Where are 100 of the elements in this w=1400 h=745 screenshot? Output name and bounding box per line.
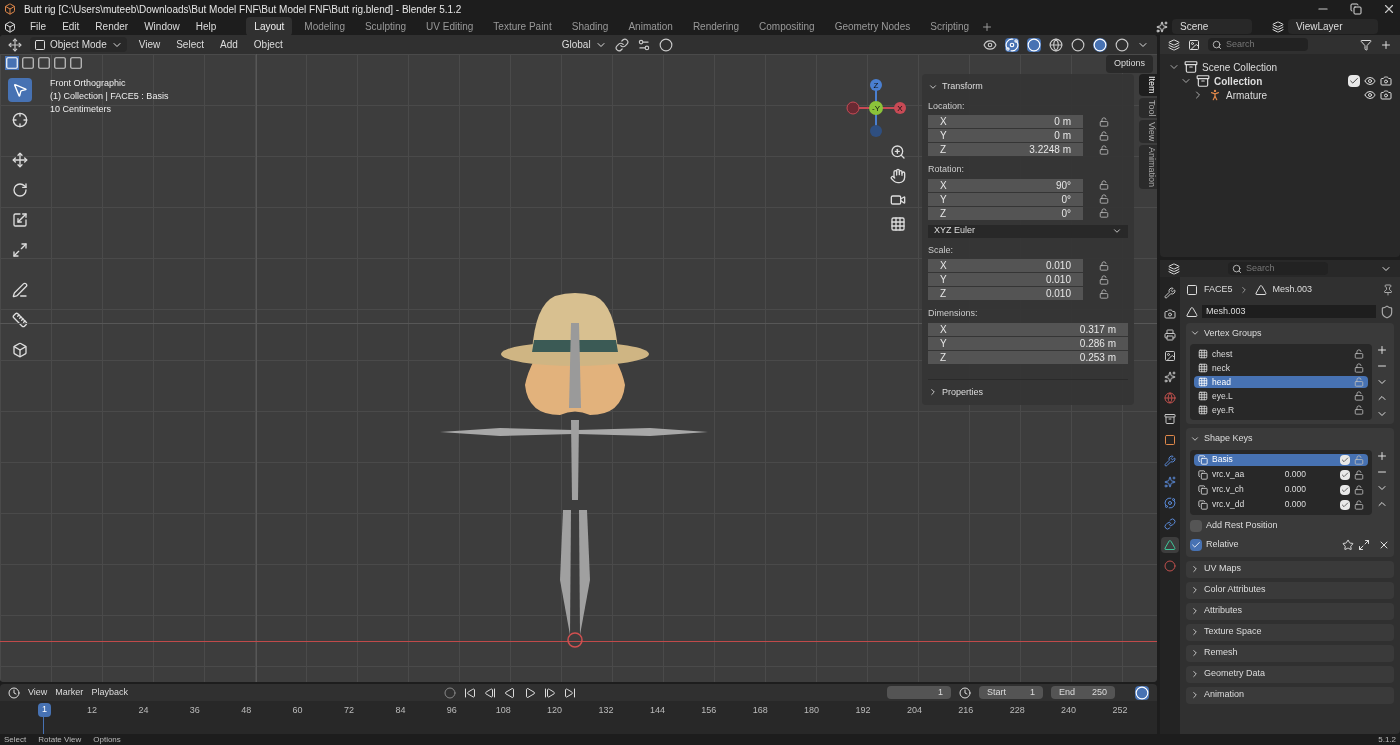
number-field[interactable]: X 0 m <box>928 115 1083 128</box>
editor-type-icon[interactable] <box>8 37 22 52</box>
start-frame-field[interactable]: 1 <box>1030 685 1035 700</box>
pivot-icon[interactable] <box>614 37 629 52</box>
gizmo-toggle-icon[interactable] <box>1005 37 1019 52</box>
stopwatch-icon[interactable] <box>959 686 971 699</box>
checkbox[interactable] <box>1340 469 1350 480</box>
new-collection-icon[interactable] <box>1380 38 1392 51</box>
checkbox[interactable] <box>1348 75 1360 87</box>
shape-key-value[interactable]: 0.000 <box>1270 498 1306 511</box>
render-icon[interactable] <box>1380 75 1392 87</box>
menu-item[interactable]: Add <box>216 37 242 52</box>
select-tool-icon[interactable] <box>8 78 32 102</box>
lock-icon[interactable] <box>1354 405 1364 415</box>
material-shading-icon[interactable] <box>1093 37 1107 52</box>
lock-icon[interactable] <box>1354 499 1364 510</box>
shape-key-value[interactable]: 0.000 <box>1270 468 1306 481</box>
shape-icon[interactable] <box>1358 539 1370 551</box>
menu-item[interactable]: View <box>28 685 48 700</box>
visibility-icon[interactable] <box>983 37 997 52</box>
panel-header[interactable]: Animation <box>1204 688 1245 702</box>
play-icon[interactable] <box>523 686 536 699</box>
checkbox[interactable] <box>1340 454 1350 465</box>
outliner-item[interactable]: Collection <box>1214 73 1263 89</box>
menu-item[interactable]: Window <box>138 19 186 34</box>
lock-icon[interactable] <box>1354 484 1364 495</box>
number-field[interactable]: X 90° <box>928 178 1083 192</box>
sidebar-tab[interactable]: Animation <box>1139 145 1157 190</box>
menu-item[interactable]: Playback <box>91 685 128 700</box>
shape-key-row[interactable]: vrc.v_aa 0.000 <box>1194 468 1368 481</box>
workspace-tab[interactable]: Scripting <box>922 17 978 36</box>
select-mode-icon[interactable] <box>69 56 83 70</box>
menu-item[interactable]: Help <box>189 19 223 34</box>
visibility-icon[interactable] <box>1364 75 1376 87</box>
lock-icon[interactable] <box>1354 363 1364 373</box>
scene-icon[interactable] <box>1156 20 1168 33</box>
camera-view-icon[interactable] <box>890 192 906 208</box>
end-frame-field[interactable]: 250 <box>1091 685 1107 700</box>
select-mode-icon[interactable] <box>37 56 51 70</box>
menu-item[interactable]: View <box>134 37 165 52</box>
vertex-group-row[interactable]: eye.R <box>1194 404 1368 416</box>
select-mode-icon[interactable] <box>21 56 35 70</box>
current-frame-field[interactable]: 1 <box>887 685 951 700</box>
menu-item[interactable]: Select <box>172 37 208 52</box>
solid-shading-icon[interactable] <box>1071 37 1085 52</box>
panel-header[interactable]: Shape Keys <box>1204 432 1253 446</box>
next-key-icon[interactable] <box>543 686 556 699</box>
sidebar-tab[interactable]: Tool <box>1139 97 1157 119</box>
collection-icon[interactable] <box>1184 60 1198 74</box>
menu-item[interactable]: Object <box>249 37 287 52</box>
panel-header[interactable]: Attributes <box>1204 604 1243 618</box>
number-field[interactable]: Z 0.253 m <box>928 350 1128 364</box>
vertex-group-row[interactable]: head <box>1194 376 1368 388</box>
close-icon[interactable] <box>1382 2 1396 16</box>
lock-icon[interactable] <box>1354 391 1364 401</box>
clear-icon[interactable] <box>1378 539 1390 551</box>
restore-icon[interactable] <box>1350 3 1362 15</box>
number-field[interactable]: Z 3.2248 m <box>928 143 1083 156</box>
previous-key-icon[interactable] <box>483 686 496 699</box>
add-icon[interactable] <box>1376 449 1388 462</box>
collection-icon[interactable] <box>1196 74 1210 88</box>
lock-icon[interactable] <box>1099 194 1109 204</box>
view-layer-field[interactable]: ViewLayer <box>1288 19 1378 34</box>
number-field[interactable]: X 0.010 <box>928 259 1083 272</box>
properties-tab[interactable] <box>1161 495 1179 511</box>
workspace-tab[interactable]: Sculpting <box>356 17 415 36</box>
workspace-tab[interactable]: Shading <box>563 17 617 36</box>
panel-header[interactable]: Properties <box>942 385 984 399</box>
panel-header[interactable]: Vertex Groups <box>1204 326 1262 340</box>
display-mode-icon[interactable] <box>1168 38 1180 51</box>
grid-icon[interactable] <box>890 216 906 232</box>
proportional-icon[interactable] <box>658 37 673 52</box>
vertex-group-row[interactable]: eye.L <box>1194 390 1368 402</box>
shape-key-row[interactable]: vrc.v_ch 0.000 <box>1194 483 1368 496</box>
lock-icon[interactable] <box>1099 130 1109 141</box>
number-field[interactable]: Y 0.286 m <box>928 336 1128 350</box>
properties-tab[interactable] <box>1161 306 1179 322</box>
number-field[interactable]: Y 0° <box>928 192 1083 206</box>
number-field[interactable]: Y 0 m <box>928 129 1083 142</box>
number-field[interactable]: X 0.317 m <box>928 322 1128 336</box>
star-icon[interactable] <box>1342 539 1354 551</box>
mesh-browse-icon[interactable] <box>1186 305 1198 318</box>
outliner-item[interactable]: Armature <box>1226 87 1268 103</box>
workspace-tab[interactable]: Rendering <box>684 17 748 36</box>
number-field[interactable]: Y 0.010 <box>928 273 1083 286</box>
shape-key-value[interactable]: 0.000 <box>1270 483 1306 496</box>
workspace-tab[interactable]: Geometry Nodes <box>826 17 919 36</box>
panel-header[interactable]: UV Maps <box>1204 562 1241 576</box>
viewport-canvas[interactable] <box>0 54 1157 682</box>
view-layer-icon[interactable] <box>1272 20 1284 33</box>
axis-gizmo[interactable]: Z -Y X <box>845 78 907 138</box>
outliner-item[interactable]: Scene Collection <box>1202 59 1278 75</box>
panel-header[interactable]: Transform <box>942 80 983 94</box>
menu-item[interactable]: Marker <box>55 685 84 700</box>
workspace-tab[interactable]: Animation <box>620 17 681 36</box>
filter-mode-icon[interactable] <box>1188 38 1200 51</box>
mesh-name-field[interactable]: Mesh.003 <box>1202 305 1376 318</box>
shape-key-row[interactable]: Basis <box>1194 453 1368 466</box>
lock-icon[interactable] <box>1354 349 1364 359</box>
workspace-tab[interactable]: Compositing <box>751 17 823 36</box>
